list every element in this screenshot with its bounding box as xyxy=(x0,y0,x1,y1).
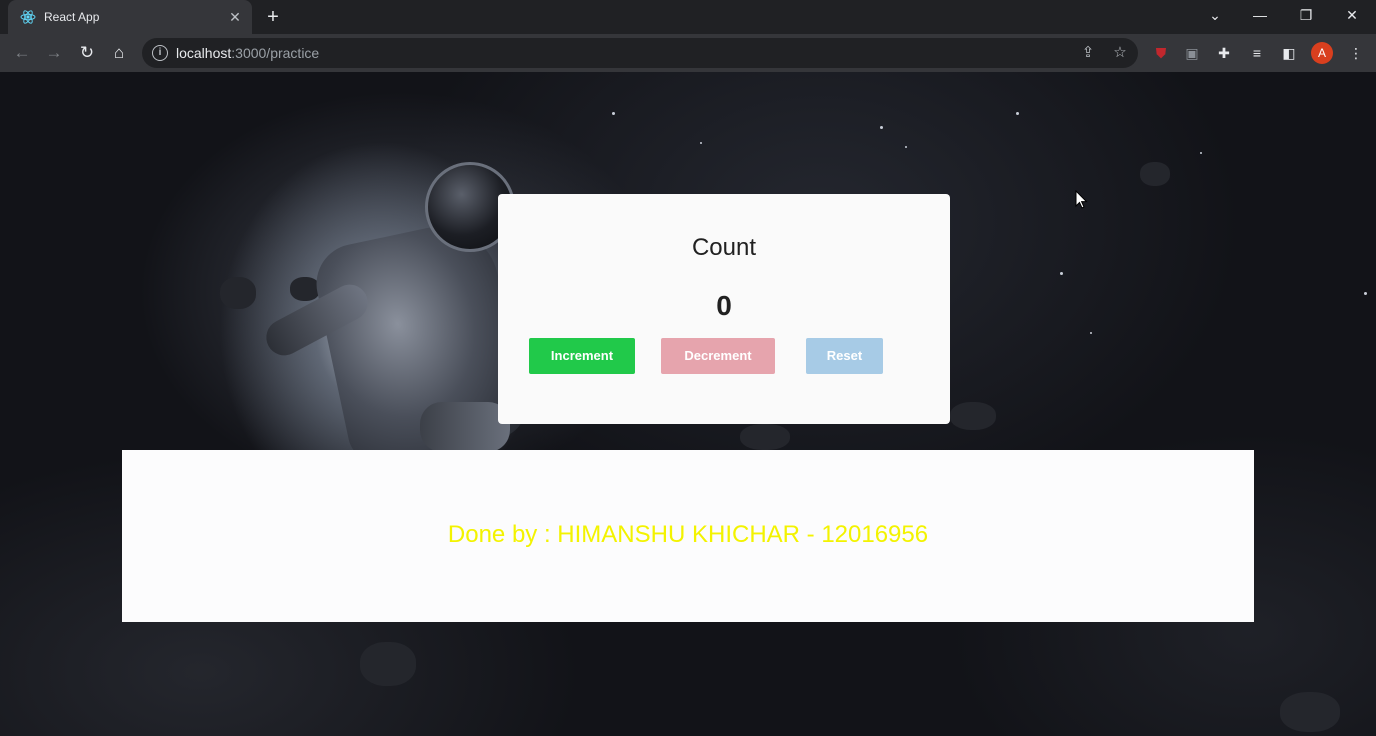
star xyxy=(1016,112,1019,115)
ublock-icon[interactable]: ⛊ xyxy=(1151,43,1171,63)
astronaut-leg xyxy=(420,402,510,452)
asteroid xyxy=(1140,162,1170,186)
browser-tab[interactable]: React App ✕ xyxy=(8,0,252,34)
count-value: 0 xyxy=(716,290,732,321)
page-viewport: Count 0 Increment Decrement Reset Done b… xyxy=(0,72,1376,736)
star xyxy=(612,112,615,115)
increment-button[interactable]: Increment xyxy=(529,338,635,374)
bookmark-star-icon[interactable]: ☆ xyxy=(1110,43,1130,63)
menu-dots-icon[interactable]: ⋮ xyxy=(1346,43,1366,63)
extensions-puzzle-icon[interactable]: ✚ xyxy=(1214,43,1234,63)
address-bar[interactable]: i localhost:3000/practice ⇪ ☆ xyxy=(142,38,1138,68)
decrement-button[interactable]: Decrement xyxy=(661,338,775,374)
star xyxy=(1364,292,1367,295)
restore-button[interactable]: ❐ xyxy=(1294,4,1318,26)
react-icon xyxy=(20,10,36,24)
profile-avatar[interactable]: A xyxy=(1311,42,1333,64)
reload-icon[interactable]: ↻ xyxy=(75,41,99,65)
mouse-cursor-icon xyxy=(1075,190,1088,209)
counter-title: Count xyxy=(691,234,757,261)
star xyxy=(1090,332,1092,334)
tab-title: React App xyxy=(44,10,100,24)
forward-icon[interactable]: → xyxy=(42,41,66,65)
star xyxy=(1060,272,1063,275)
window-close-button[interactable]: ✕ xyxy=(1340,4,1364,26)
asteroid xyxy=(1280,692,1340,732)
credits-text: Done by : HIMANSHU KHICHAR - 12016956 xyxy=(447,521,929,548)
share-icon[interactable]: ⇪ xyxy=(1078,43,1098,63)
asteroid xyxy=(220,277,256,309)
asteroid xyxy=(740,424,790,450)
home-icon[interactable]: ⌂ xyxy=(107,41,131,65)
new-tab-button[interactable]: + xyxy=(262,6,284,28)
asteroid xyxy=(950,402,996,430)
minimize-button[interactable]: — xyxy=(1248,4,1272,26)
side-panel-icon[interactable]: ◧ xyxy=(1279,43,1299,63)
reading-list-icon[interactable]: ≡ xyxy=(1247,43,1267,63)
star xyxy=(700,142,702,144)
counter-card: Count 0 Increment Decrement Reset xyxy=(498,194,950,424)
extension-icon[interactable]: ▣ xyxy=(1182,43,1202,63)
url-text[interactable]: localhost:3000/practice xyxy=(176,45,319,61)
star xyxy=(1200,152,1202,154)
tab-search-icon[interactable]: ⌄ xyxy=(1203,4,1227,26)
credits-box: Done by : HIMANSHU KHICHAR - 12016956 xyxy=(122,450,1254,622)
tab-strip: React App ✕ + ⌄ — ❐ ✕ xyxy=(0,0,1376,34)
site-info-icon[interactable]: i xyxy=(152,45,168,61)
asteroid xyxy=(360,642,416,686)
back-icon[interactable]: ← xyxy=(10,41,34,65)
star xyxy=(905,146,907,148)
reset-button[interactable]: Reset xyxy=(806,338,883,374)
tab-close-icon[interactable]: ✕ xyxy=(226,8,244,26)
star xyxy=(880,126,883,129)
browser-toolbar: ← → ↻ ⌂ i localhost:3000/practice ⇪ ☆ ⛊ … xyxy=(0,34,1376,72)
